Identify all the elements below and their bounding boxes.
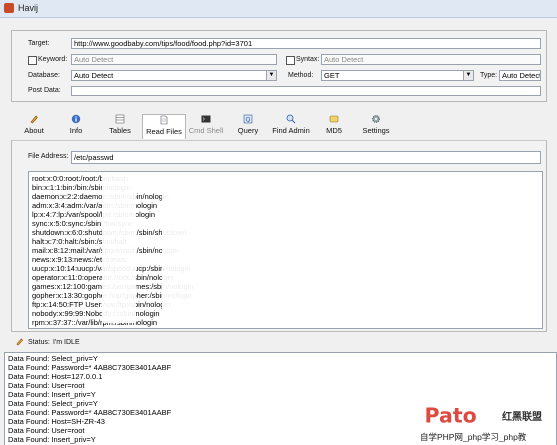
status-value: I'm IDLE (53, 339, 80, 346)
method-select[interactable]: GET ▼ (321, 70, 474, 81)
syntax-checkbox[interactable] (286, 56, 295, 65)
database-select-value: Auto Detect (74, 71, 114, 80)
terminal-icon (201, 115, 211, 123)
database-select[interactable]: Auto Detect ▼ (71, 70, 277, 81)
find-admin-icon (286, 114, 296, 124)
toolbar-read-files-label: Read Files (146, 127, 182, 136)
type-select[interactable]: Auto Detect (499, 70, 541, 81)
title-bar: Havij (0, 0, 557, 18)
syntax-input[interactable]: Auto Detect (321, 54, 541, 65)
table-icon (115, 114, 125, 124)
toolbar-settings-button[interactable]: Settings (360, 114, 392, 138)
status-icon (16, 338, 24, 346)
target-input[interactable]: http://www.goodbaby.com/tips/food/food.p… (71, 38, 541, 49)
toolbar-query-label: Query (237, 126, 259, 135)
redaction-mask (102, 173, 136, 323)
toolbar-tables-label: Tables (109, 126, 131, 135)
toolbar-about-button[interactable]: About (20, 114, 48, 138)
watermark-brand: 红黑联盟 (502, 412, 542, 423)
toolbar-settings-label: Settings (362, 126, 390, 135)
toolbar-md5-label: MD5 (326, 126, 342, 135)
type-label: Type: (480, 72, 498, 79)
toolbar-cmd-shell-button[interactable]: Cmd Shell (188, 114, 224, 138)
syntax-label: Syntax: (296, 56, 320, 63)
log-line: Data Found: User=root (8, 381, 85, 390)
query-icon: Q (243, 114, 253, 124)
toolbar-find-admin-button[interactable]: Find Admin (270, 114, 312, 138)
info-icon (71, 114, 81, 124)
watermark-logo: Pato (425, 404, 477, 428)
toolbar-find-admin-label: Find Admin (272, 126, 310, 135)
file-address-label: File Address: (28, 153, 69, 160)
target-panel: Target: http://www.goodbaby.com/tips/foo… (11, 30, 547, 102)
file-address-input[interactable]: /etc/passwd (71, 151, 541, 164)
watermark: Pato 红黑联盟 自学PHP网_php学习_php教 (420, 404, 557, 444)
log-line: Data Found: Insert_priv=Y (8, 390, 96, 399)
svg-text:Q: Q (246, 117, 251, 124)
toolbar-query-button[interactable]: Q Query (234, 114, 262, 138)
window-title: Havij (18, 3, 39, 13)
toolbar-info-button[interactable]: Info (64, 114, 88, 138)
keyword-checkbox[interactable] (28, 56, 37, 65)
svg-text:Pato: Pato (425, 404, 477, 428)
type-select-value: Auto Detect (502, 71, 541, 80)
status-label: Status: (28, 339, 50, 346)
redaction-mask (162, 173, 202, 323)
post-data-label: Post Data: (28, 87, 61, 94)
log-line: Data Found: Host=127.0.0.1 (8, 372, 103, 381)
keyword-label: Keyword: (38, 56, 68, 63)
md5-icon (329, 115, 339, 123)
post-data-input[interactable] (71, 86, 541, 96)
toolbar-tables-button[interactable]: Tables (104, 114, 136, 138)
log-line: Data Found: Password=* 4AB8C730E3401AABF (8, 363, 172, 372)
toolbar-read-files-tab[interactable]: Read Files (142, 114, 186, 139)
pencil-icon (30, 115, 38, 124)
watermark-caption: 自学PHP网_php学习_php教 (420, 432, 527, 442)
toolbar-md5-button[interactable]: MD5 (322, 114, 346, 138)
method-label: Method: (288, 72, 314, 79)
toolbar-about-label: About (24, 126, 44, 135)
log-line: Data Found: Select_priv=Y (8, 354, 98, 363)
toolbar-info-label: Info (69, 126, 83, 135)
method-select-value: GET (324, 71, 340, 80)
chevron-down-icon[interactable]: ▼ (266, 71, 276, 80)
target-label: Target: (28, 40, 50, 47)
read-files-panel: File Address: /etc/passwd root:x:0:0:roo… (11, 140, 547, 332)
database-label: Database: (28, 72, 60, 79)
gear-icon (372, 115, 380, 123)
chevron-down-icon[interactable]: ▼ (463, 71, 473, 80)
toolbar-cmd-shell-label: Cmd Shell (188, 126, 224, 135)
document-icon (160, 115, 168, 125)
app-icon (4, 3, 14, 13)
keyword-input[interactable]: Auto Detect (71, 54, 277, 65)
